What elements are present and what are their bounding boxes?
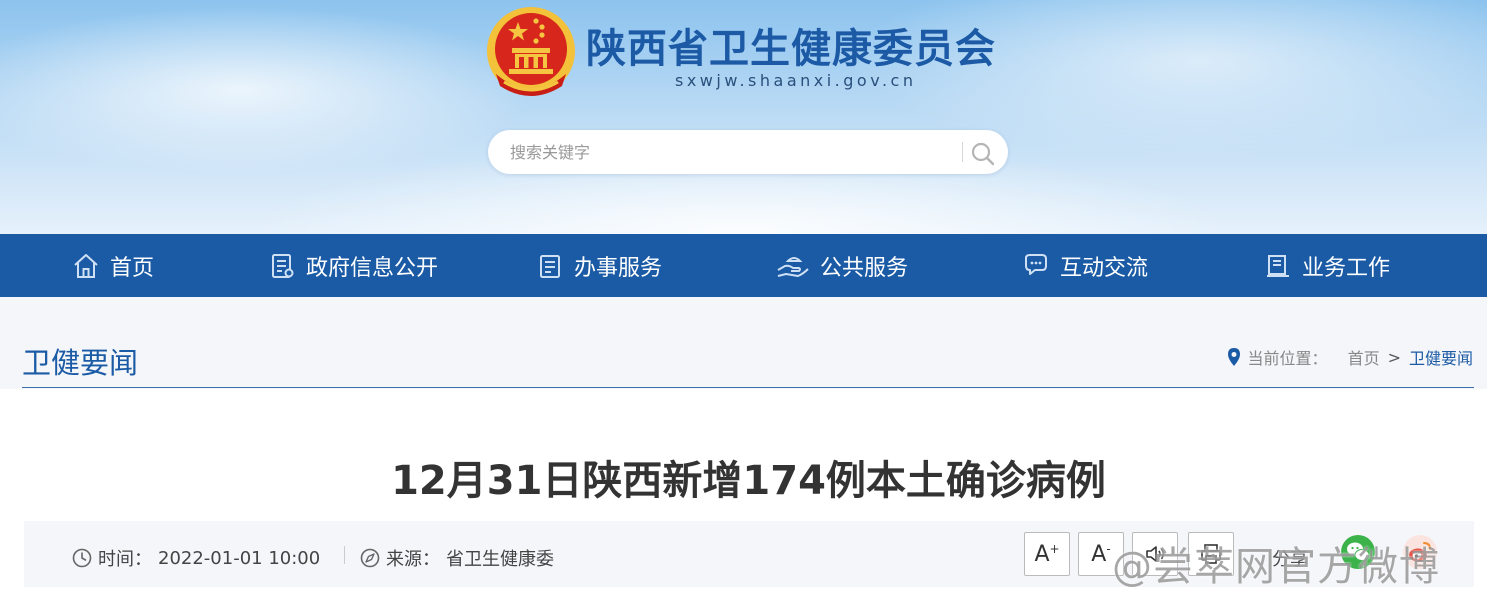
main-nav: 首页 政府信息公开 办事服务 公共服务 互动交流 业务工作 bbox=[0, 234, 1487, 297]
breadcrumb-home-link[interactable]: 首页 bbox=[1348, 345, 1380, 369]
font-decrease-sup: - bbox=[1106, 542, 1111, 556]
nav-item-label: 业务工作 bbox=[1302, 255, 1391, 281]
search-box bbox=[488, 130, 1008, 174]
breadcrumb-current-link[interactable]: 卫健要闻 bbox=[1409, 345, 1473, 369]
clipboard-icon bbox=[540, 254, 560, 278]
meta-separator bbox=[344, 546, 345, 564]
breadcrumb: 当前位置： 首页 > 卫健要闻 bbox=[1226, 345, 1473, 369]
nav-item-gov-info[interactable]: 政府信息公开 bbox=[268, 234, 438, 297]
time-value: 2022-01-01 10:00 bbox=[158, 547, 321, 569]
section-title: 卫健要闻 bbox=[22, 346, 139, 380]
font-increase-label: A bbox=[1034, 541, 1050, 567]
read-aloud-button[interactable] bbox=[1132, 532, 1178, 576]
site-url: sxwjw.shaanxi.gov.cn bbox=[675, 71, 917, 90]
nav-item-label: 首页 bbox=[110, 255, 155, 281]
location-pin-icon bbox=[1227, 348, 1240, 366]
search-input[interactable] bbox=[510, 130, 950, 174]
briefcase-icon bbox=[1267, 254, 1289, 277]
print-button[interactable] bbox=[1188, 532, 1234, 576]
font-increase-sup: + bbox=[1049, 542, 1060, 556]
nav-item-label: 政府信息公开 bbox=[306, 255, 439, 281]
nav-item-label: 互动交流 bbox=[1060, 255, 1149, 281]
article-title: 12月31日陕西新增174例本土确诊病例 bbox=[391, 458, 1106, 504]
search-icon[interactable] bbox=[968, 140, 996, 166]
font-increase-button[interactable]: A + bbox=[1024, 532, 1070, 576]
printer-icon bbox=[1201, 544, 1221, 564]
nav-item-services[interactable]: 办事服务 bbox=[536, 234, 662, 297]
breadcrumb-prefix: 当前位置： bbox=[1247, 349, 1328, 368]
nav-item-home[interactable]: 首页 bbox=[72, 234, 154, 297]
time-label: 时间： bbox=[98, 549, 152, 570]
chat-bubbles-icon bbox=[1025, 253, 1047, 275]
source-label: 来源： bbox=[386, 549, 440, 570]
site-title: 陕西省卫生健康委员会 bbox=[586, 26, 996, 72]
national-emblem-icon bbox=[487, 7, 575, 96]
search-divider bbox=[962, 142, 963, 162]
font-decrease-label: A bbox=[1091, 541, 1107, 567]
nav-item-label: 办事服务 bbox=[574, 255, 663, 281]
nav-item-public-services[interactable]: 公共服务 bbox=[776, 234, 908, 297]
section-header bbox=[0, 297, 1487, 389]
share-label: 分享 bbox=[1272, 549, 1308, 570]
nav-item-interaction[interactable]: 互动交流 bbox=[1022, 234, 1148, 297]
nav-item-label: 公共服务 bbox=[820, 255, 909, 281]
compass-icon bbox=[360, 548, 380, 568]
wechat-share-icon[interactable] bbox=[1340, 534, 1376, 570]
weibo-share-icon[interactable] bbox=[1402, 534, 1438, 570]
home-icon bbox=[74, 253, 98, 278]
speaker-icon bbox=[1146, 546, 1165, 562]
nav-item-business[interactable]: 业务工作 bbox=[1264, 234, 1390, 297]
section-divider bbox=[22, 387, 1474, 388]
hand-service-icon bbox=[777, 256, 809, 277]
document-list-icon bbox=[272, 253, 294, 278]
clock-icon bbox=[72, 548, 92, 568]
site-banner: 陕西省卫生健康委员会 sxwjw.shaanxi.gov.cn bbox=[0, 0, 1487, 234]
article-time: 时间： 2022-01-01 10:00 bbox=[72, 545, 320, 571]
breadcrumb-separator: > bbox=[1387, 347, 1401, 367]
source-value: 省卫生健康委 bbox=[446, 549, 554, 570]
article-source: 来源： 省卫生健康委 bbox=[360, 545, 554, 571]
font-decrease-button[interactable]: A- bbox=[1078, 532, 1124, 576]
